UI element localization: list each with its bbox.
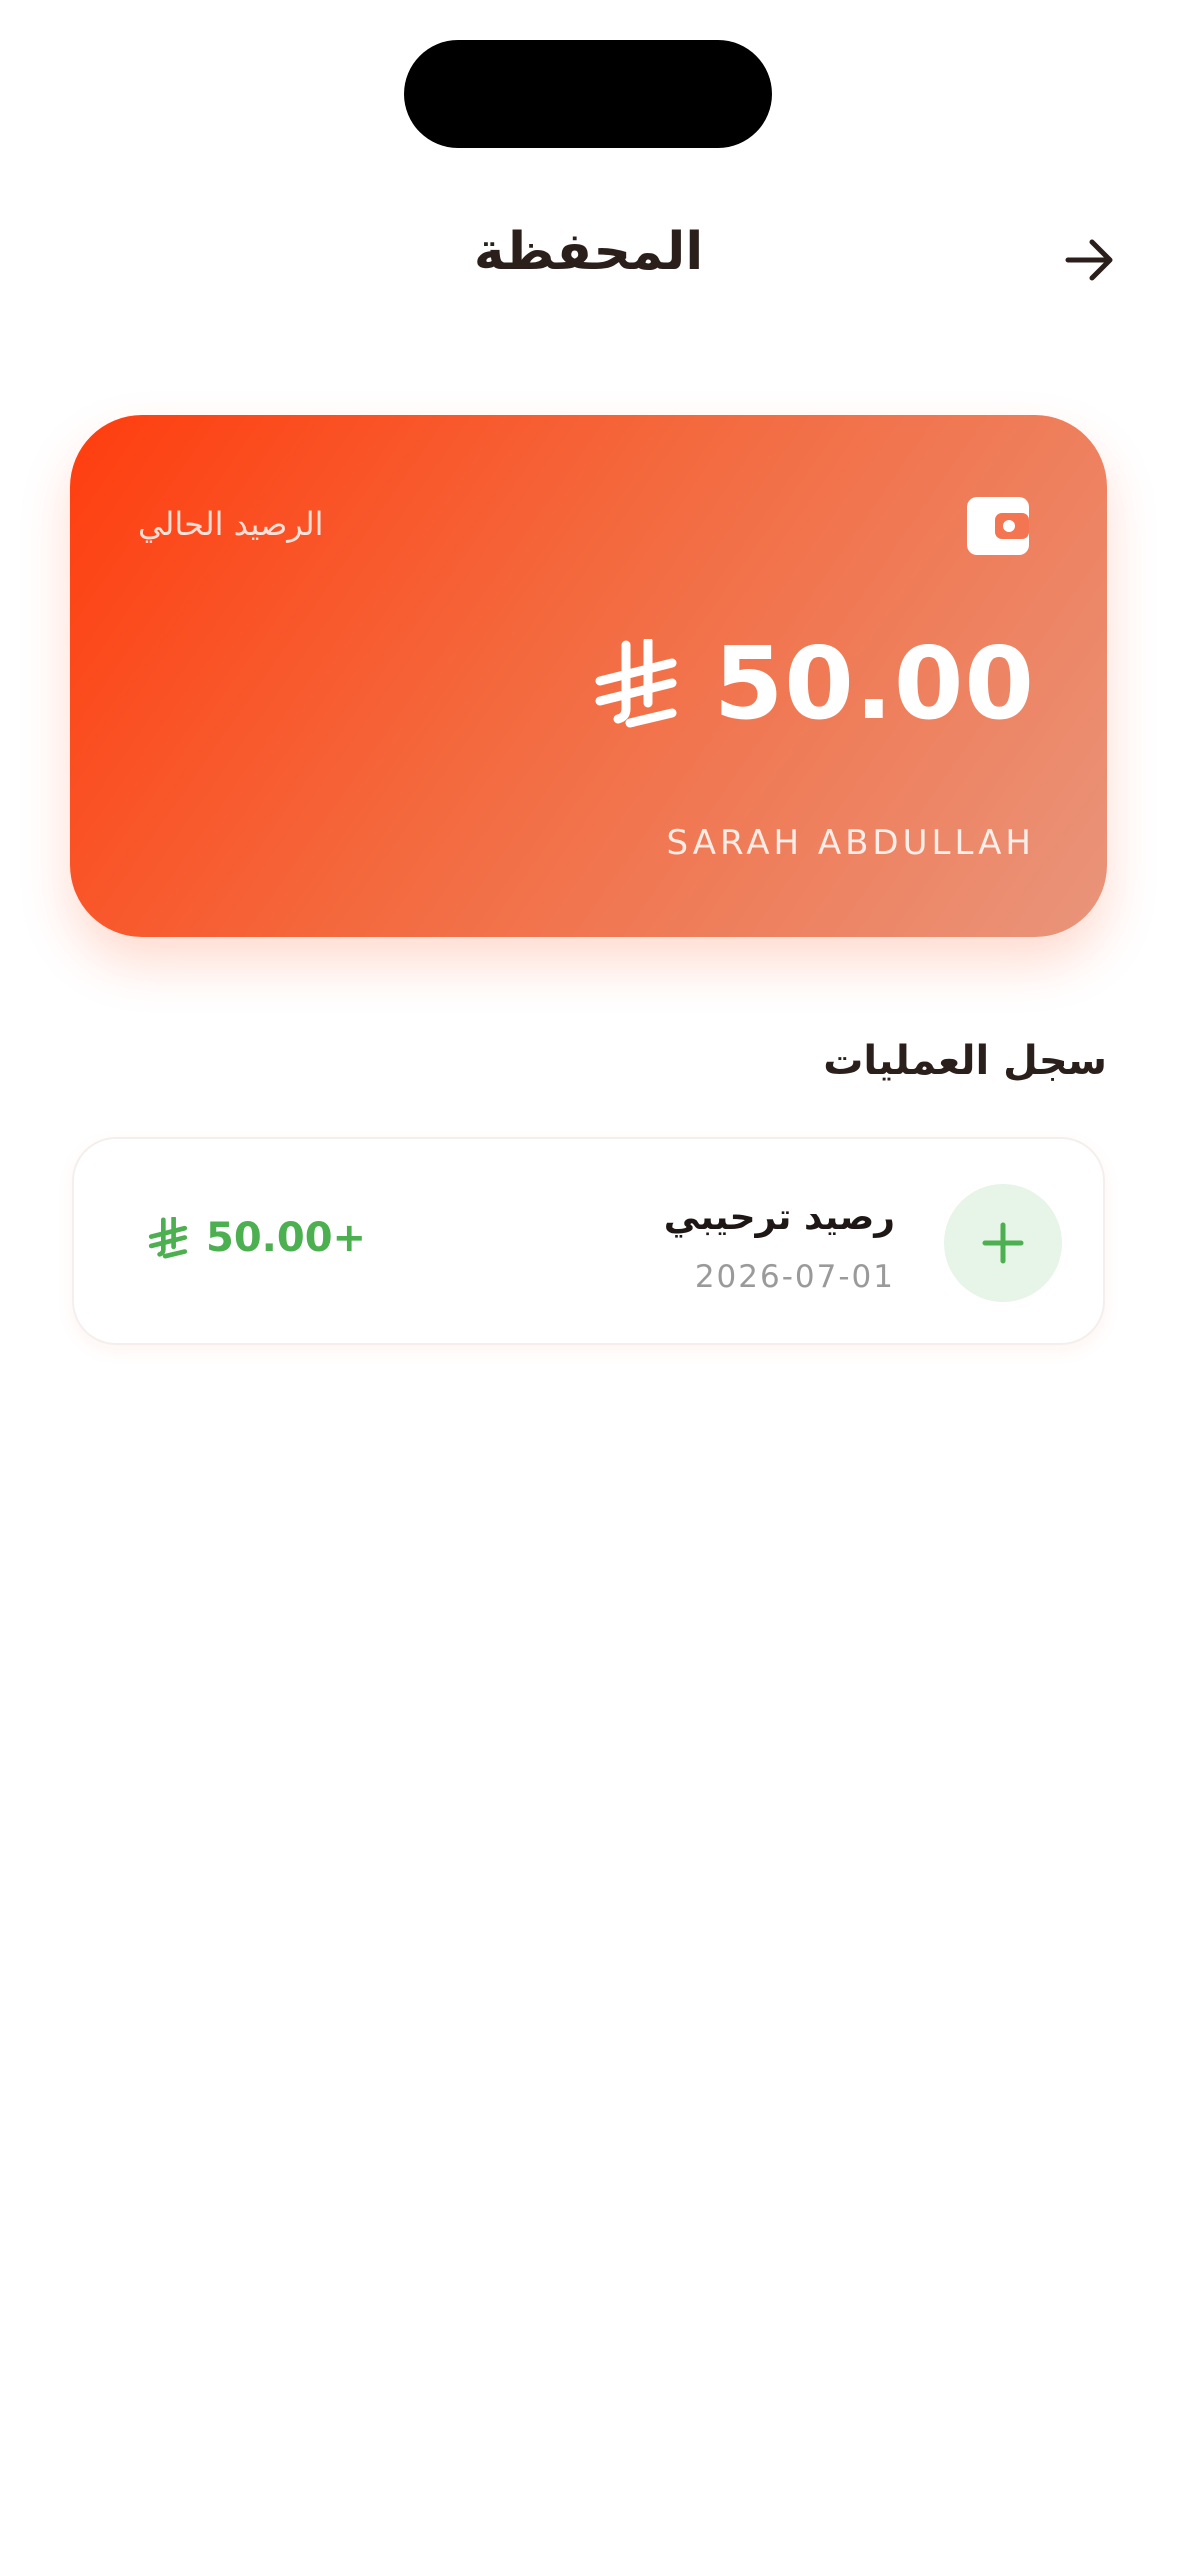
page-title: المحفظة	[473, 222, 704, 282]
back-button[interactable]	[1056, 226, 1124, 294]
transactions-section-title: سجل العمليات	[823, 1038, 1107, 1084]
transaction-amount: 50.00+	[206, 1215, 367, 1261]
plus-icon	[982, 1222, 1024, 1264]
saudi-riyal-icon	[595, 638, 677, 727]
saudi-riyal-icon	[148, 1217, 188, 1259]
transaction-title: رصيد ترحيبي	[663, 1197, 895, 1238]
transaction-type-badge	[944, 1184, 1062, 1302]
balance-label: الرصيد الحالي	[138, 505, 324, 543]
header: المحفظة	[0, 200, 1177, 320]
wallet-balance-card: الرصيد الحالي 50.00 SARAH ABDULLAH	[70, 415, 1107, 937]
transaction-item[interactable]: رصيد ترحيبي 2026-07-01 50.00+	[72, 1137, 1105, 1345]
cardholder-name: SARAH ABDULLAH	[666, 823, 1035, 863]
transaction-amount-row: 50.00+	[148, 1215, 366, 1261]
arrow-right-icon	[1065, 239, 1113, 281]
dynamic-island	[404, 40, 772, 148]
wallet-screen: المحفظة الرصيد الحالي 50.00 SARAH ABDULL…	[0, 0, 1177, 2560]
balance-row: 50.00	[594, 625, 1035, 742]
balance-amount: 50.00	[713, 625, 1035, 742]
wallet-icon	[967, 497, 1029, 555]
transaction-date: 2026-07-01	[694, 1259, 895, 1295]
